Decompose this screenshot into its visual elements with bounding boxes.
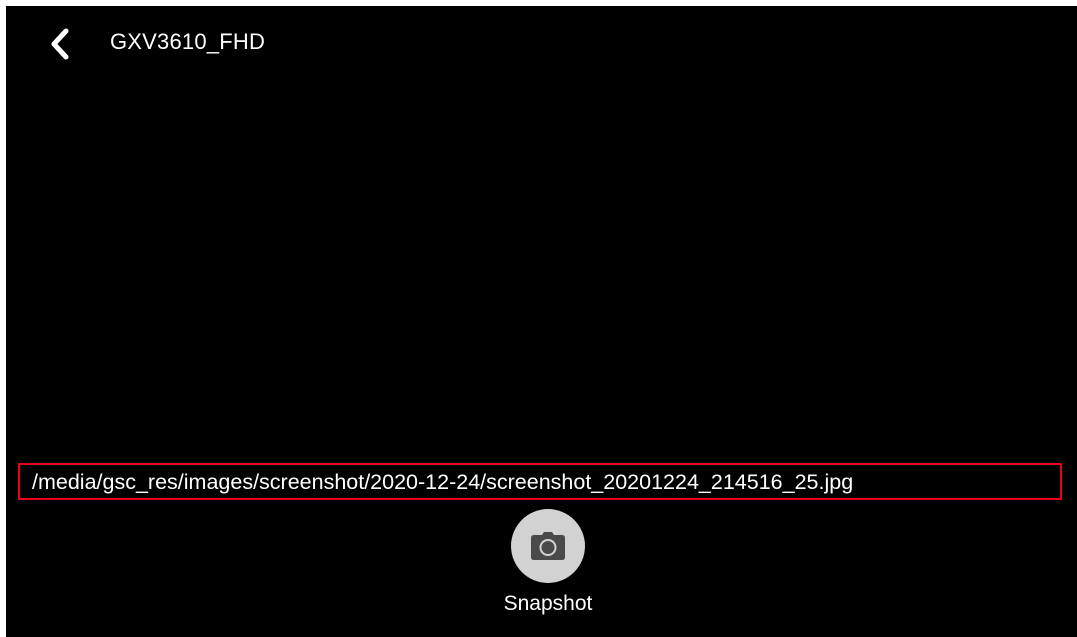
back-button[interactable] — [42, 26, 78, 62]
camera-icon — [531, 532, 565, 560]
snapshot-file-path: /media/gsc_res/images/screenshot/2020-12… — [32, 469, 854, 494]
chevron-left-icon — [51, 28, 69, 60]
video-preview-screen: GXV3610_FHD /media/gsc_res/images/screen… — [6, 6, 1077, 637]
snapshot-label: Snapshot — [503, 592, 593, 615]
snapshot-button[interactable]: Snapshot — [488, 509, 608, 627]
snapshot-icon-circle[interactable] — [511, 509, 585, 583]
snapshot-path-notice: /media/gsc_res/images/screenshot/2020-12… — [18, 463, 1062, 500]
camera-title: GXV3610_FHD — [110, 29, 266, 54]
